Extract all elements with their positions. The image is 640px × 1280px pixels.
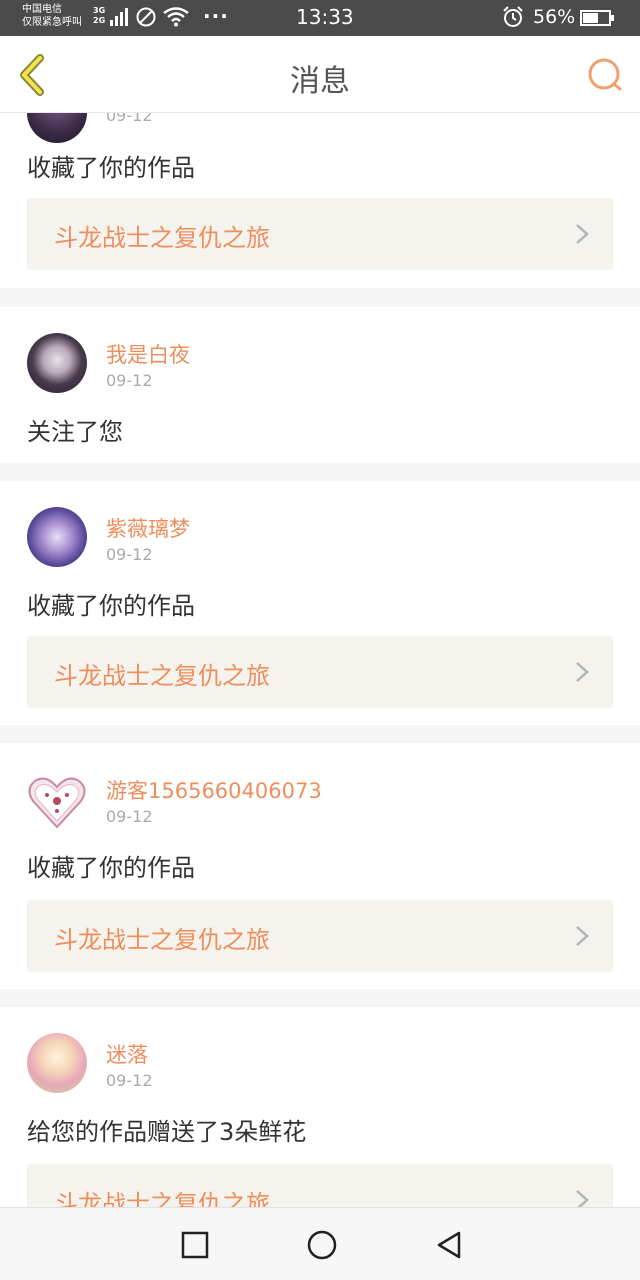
network-2g-label: 2G bbox=[93, 16, 106, 25]
message-date: 09-12 bbox=[106, 1071, 153, 1090]
wifi-icon bbox=[163, 7, 189, 27]
chevron-right-icon bbox=[576, 1190, 589, 1207]
clock: 13:33 bbox=[296, 5, 354, 29]
app-header: 消息 bbox=[0, 36, 640, 113]
alarm-icon bbox=[503, 6, 523, 27]
recent-apps-button[interactable] bbox=[180, 1230, 210, 1260]
message-card: 游客1565660406073 09-12 收藏了你的作品 斗龙战士之复仇之旅 bbox=[0, 743, 640, 989]
message-card: 迷落 09-12 给您的作品赠送了3朵鲜花 斗龙战士之复仇之旅 bbox=[0, 1007, 640, 1207]
work-title: 斗龙战士之复仇之旅 bbox=[54, 1190, 270, 1207]
battery-icon bbox=[580, 10, 614, 26]
back-nav-button[interactable] bbox=[434, 1230, 464, 1260]
message-action: 收藏了你的作品 bbox=[27, 854, 195, 882]
user-name[interactable]: 紫薇璃梦 bbox=[106, 513, 190, 543]
search-button[interactable] bbox=[586, 56, 624, 94]
message-list[interactable]: 09-12 收藏了你的作品 斗龙战士之复仇之旅 我是白夜 09-12 关注了您 … bbox=[0, 113, 640, 1207]
user-avatar[interactable] bbox=[27, 113, 87, 143]
chevron-right-icon bbox=[576, 926, 589, 946]
message-date: 09-12 bbox=[106, 807, 153, 826]
work-title: 斗龙战士之复仇之旅 bbox=[54, 662, 270, 690]
signal-icon bbox=[110, 8, 128, 26]
network-3g-label: 3G bbox=[93, 6, 106, 15]
home-button[interactable] bbox=[307, 1230, 337, 1260]
message-action: 关注了您 bbox=[27, 418, 123, 446]
carrier-text: 中国电信 仅限紧急呼叫 bbox=[22, 3, 82, 29]
status-bar: 中国电信 仅限紧急呼叫 3G 2G ··· 13:33 56% bbox=[0, 0, 640, 36]
message-date: 09-12 bbox=[106, 545, 153, 564]
carrier-line-1: 中国电信 bbox=[22, 4, 62, 15]
message-action: 收藏了你的作品 bbox=[27, 592, 195, 620]
work-link[interactable]: 斗龙战士之复仇之旅 bbox=[27, 198, 613, 270]
work-title: 斗龙战士之复仇之旅 bbox=[54, 224, 270, 252]
message-date: 09-12 bbox=[106, 113, 153, 125]
work-link[interactable]: 斗龙战士之复仇之旅 bbox=[27, 1164, 613, 1207]
carrier-line-2: 仅限紧急呼叫 bbox=[22, 17, 82, 28]
message-card: 紫薇璃梦 09-12 收藏了你的作品 斗龙战士之复仇之旅 bbox=[0, 481, 640, 725]
work-link[interactable]: 斗龙战士之复仇之旅 bbox=[27, 900, 613, 972]
system-nav-bar bbox=[0, 1207, 640, 1280]
user-avatar[interactable] bbox=[27, 1033, 87, 1093]
chevron-right-icon bbox=[576, 224, 589, 244]
user-name[interactable]: 我是白夜 bbox=[106, 339, 190, 369]
page-title: 消息 bbox=[290, 64, 350, 99]
user-avatar[interactable] bbox=[27, 507, 87, 567]
work-title: 斗龙战士之复仇之旅 bbox=[54, 926, 270, 954]
user-avatar[interactable] bbox=[27, 333, 87, 393]
no-sim-icon bbox=[136, 7, 156, 27]
message-action: 收藏了你的作品 bbox=[27, 154, 195, 182]
network-type: 3G 2G bbox=[93, 6, 105, 26]
message-date: 09-12 bbox=[106, 371, 153, 390]
user-avatar[interactable] bbox=[27, 771, 87, 831]
chevron-right-icon bbox=[576, 662, 589, 682]
battery-percent: 56% bbox=[533, 6, 576, 28]
work-link[interactable]: 斗龙战士之复仇之旅 bbox=[27, 636, 613, 708]
message-action: 给您的作品赠送了3朵鲜花 bbox=[27, 1118, 307, 1146]
message-card: 09-12 收藏了你的作品 斗龙战士之复仇之旅 bbox=[0, 113, 640, 288]
user-name[interactable]: 迷落 bbox=[106, 1039, 148, 1069]
user-name[interactable]: 游客1565660406073 bbox=[106, 775, 322, 805]
message-card: 我是白夜 09-12 关注了您 bbox=[0, 307, 640, 463]
more-notifications-icon: ··· bbox=[203, 4, 229, 28]
